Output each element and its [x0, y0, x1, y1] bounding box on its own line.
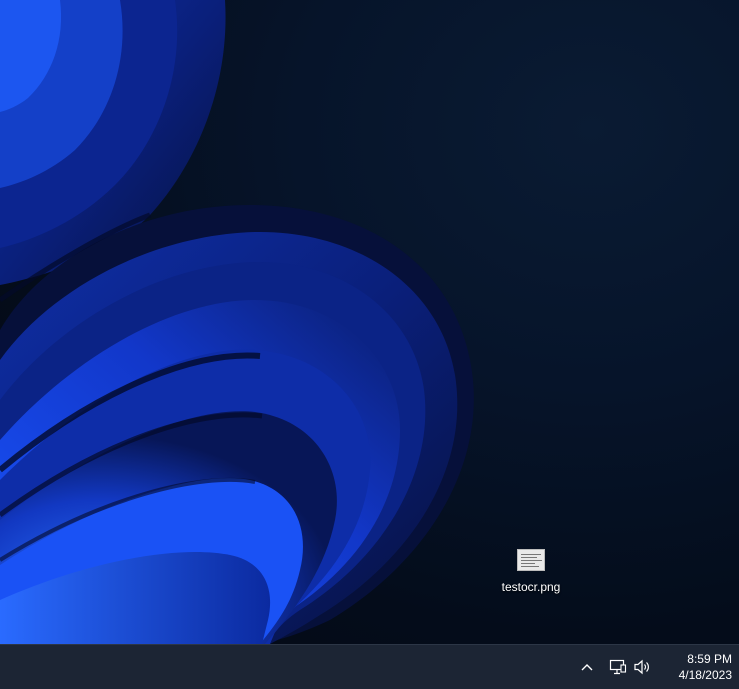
network-button[interactable] [607, 645, 629, 689]
network-icon [609, 659, 627, 675]
bloom-wallpaper [0, 0, 474, 644]
clock[interactable]: 8:59 PM 4/18/2023 [660, 645, 732, 689]
chevron-up-icon [581, 664, 593, 671]
desktop-file-label: testocr.png [501, 580, 561, 594]
clock-time: 8:59 PM [687, 652, 732, 666]
desktop-file-testocr[interactable]: testocr.png [494, 545, 568, 594]
taskbar: 8:59 PM 4/18/2023 [0, 644, 739, 689]
desktop[interactable]: testocr.png [0, 0, 739, 644]
show-hidden-icons-button[interactable] [575, 645, 599, 689]
volume-icon [634, 659, 649, 675]
image-file-thumbnail-icon [517, 549, 545, 571]
clock-date: 4/18/2023 [678, 668, 732, 682]
volume-button[interactable] [631, 645, 653, 689]
